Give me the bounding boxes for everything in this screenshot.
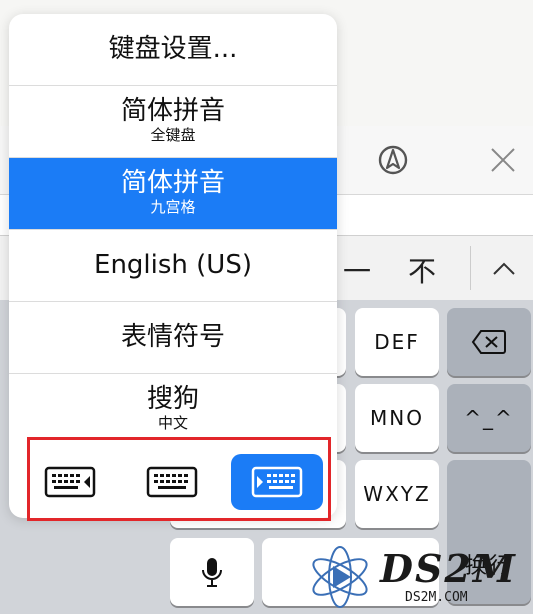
menu-item-emoji[interactable]: 表情符号: [9, 302, 337, 374]
candidate-divider: [470, 246, 471, 290]
candidate-2[interactable]: 不: [408, 250, 436, 290]
menu-item-subtitle: 全键盘: [150, 126, 196, 144]
candidate-1[interactable]: 一: [343, 250, 371, 290]
key-def[interactable]: DEF: [355, 308, 439, 376]
menu-item-title: 简体拼音: [120, 96, 225, 126]
watermark-text: DS2M: [380, 546, 517, 591]
menu-item-sogou[interactable]: 搜狗 中文: [9, 374, 337, 442]
chevron-up-icon[interactable]: [490, 256, 518, 284]
menu-item-title: 简体拼音: [120, 168, 225, 198]
microphone-icon: [202, 558, 222, 587]
menu-item-english[interactable]: English (US): [9, 230, 337, 302]
menu-item-pinyin-full[interactable]: 简体拼音 全键盘: [9, 86, 337, 158]
close-icon[interactable]: [485, 142, 521, 178]
menu-item-keyboard-settings[interactable]: 键盘设置...: [9, 14, 337, 86]
menu-item-title: 表情符号: [120, 322, 225, 352]
key-mno[interactable]: MNO: [355, 384, 439, 452]
highlight-box: [27, 437, 331, 521]
compass-icon[interactable]: [375, 142, 411, 178]
delete-icon: [471, 330, 506, 354]
mic-key[interactable]: [170, 538, 254, 606]
emoticon-key[interactable]: ^_^: [447, 384, 531, 452]
key-wxyz[interactable]: WXYZ: [355, 460, 439, 528]
menu-item-title: 搜狗: [146, 384, 199, 414]
menu-item-subtitle: 九宫格: [150, 198, 196, 216]
menu-item-pinyin-9key[interactable]: 简体拼音 九宫格: [9, 158, 337, 230]
delete-key[interactable]: [447, 308, 531, 376]
menu-item-subtitle: 中文: [157, 414, 188, 432]
watermark-subtext: DS2M.COM: [405, 590, 468, 605]
menu-item-title: 键盘设置...: [108, 34, 238, 64]
menu-item-title: English (US): [94, 250, 252, 280]
atom-icon: [312, 546, 368, 608]
